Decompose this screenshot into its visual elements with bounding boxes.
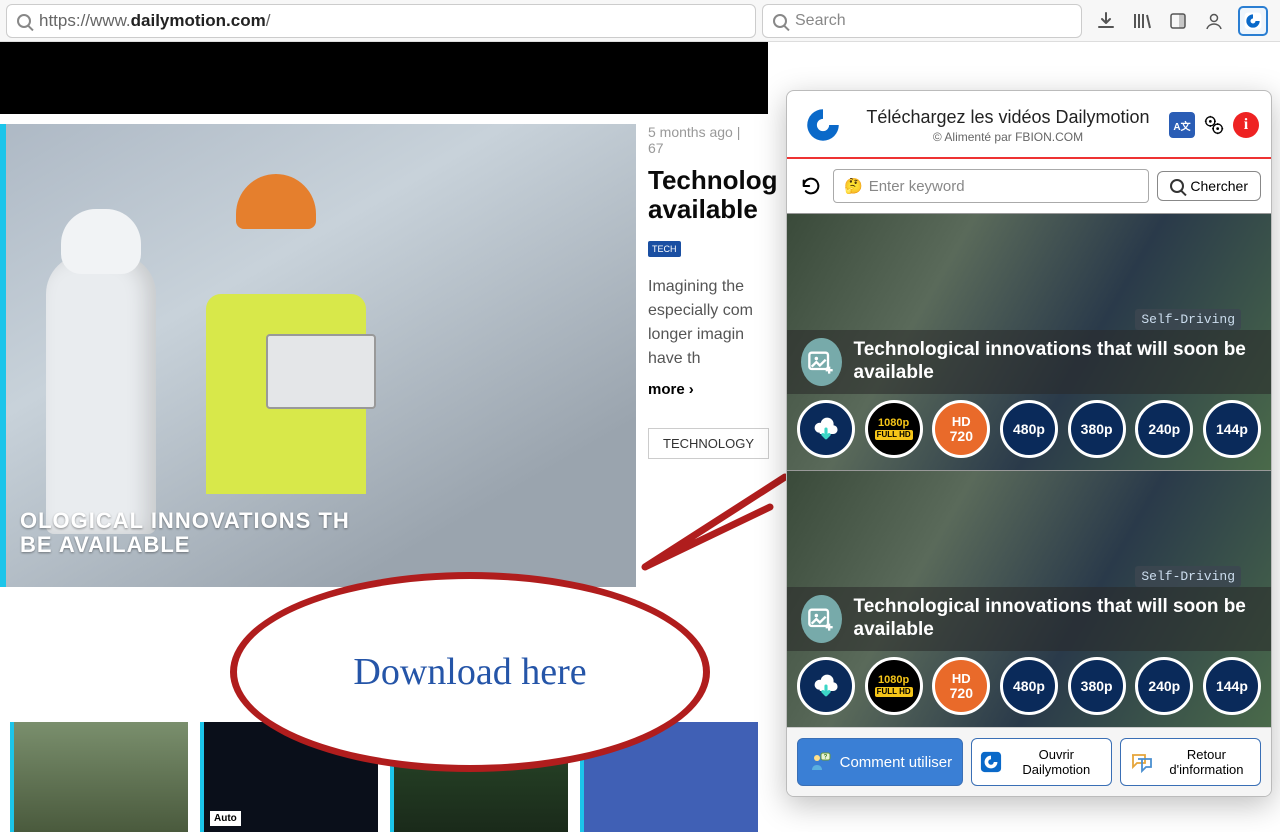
search-button[interactable]: Chercher bbox=[1157, 171, 1261, 201]
quality-1080p-button[interactable]: 1080pFULL HD bbox=[865, 657, 923, 715]
video-result: Self-Driving Technological innovations t… bbox=[787, 213, 1271, 470]
refresh-button[interactable] bbox=[797, 172, 825, 200]
extension-icon[interactable] bbox=[1238, 6, 1268, 36]
browser-toolbar: https://www.dailymotion.com/ Search bbox=[0, 0, 1280, 42]
url-prefix: https://www. bbox=[39, 11, 131, 31]
browser-search-input[interactable]: Search bbox=[762, 4, 1082, 38]
video-result-header: Technological innovations that will soon… bbox=[787, 330, 1271, 394]
downloads-icon[interactable] bbox=[1094, 9, 1118, 33]
source-row: TECH bbox=[648, 239, 754, 257]
callout-tail bbox=[640, 472, 790, 572]
url-suffix: / bbox=[266, 11, 271, 31]
quality-720p-button[interactable]: HD720 bbox=[932, 657, 990, 715]
video-result-header: Technological innovations that will soon… bbox=[787, 587, 1271, 651]
info-icon[interactable]: i bbox=[1233, 112, 1259, 138]
video-result-title: Technological innovations that will soon… bbox=[854, 339, 1257, 385]
extension-subtitle: © Alimenté par FBION.COM bbox=[855, 130, 1161, 144]
quality-144p-button[interactable]: 144p bbox=[1203, 657, 1261, 715]
thumbnail[interactable] bbox=[10, 722, 188, 832]
svg-text:?: ? bbox=[823, 755, 827, 761]
featured-video-card: OLOGICAL INNOVATIONS TH BE AVAILABLE bbox=[0, 114, 636, 587]
source-chip: TECH bbox=[648, 241, 681, 257]
extension-logo bbox=[799, 101, 847, 149]
help-person-icon: ? bbox=[808, 750, 832, 774]
video-result-title: Technological innovations that will soon… bbox=[854, 596, 1257, 642]
magnifier-icon bbox=[1170, 179, 1184, 193]
extension-title: Téléchargez les vidéos Dailymotion bbox=[855, 107, 1161, 128]
extension-popup: Téléchargez les vidéos Dailymotion © Ali… bbox=[786, 90, 1272, 797]
search-placeholder: Search bbox=[795, 12, 846, 30]
extension-footer: ? Comment utiliser Ouvrir Dailymotion Re… bbox=[787, 727, 1271, 796]
settings-icon[interactable] bbox=[1201, 112, 1227, 138]
video-meta: 5 months ago | 67 bbox=[648, 124, 754, 156]
category-tag[interactable]: TECHNOLOGY bbox=[648, 428, 769, 459]
extension-header: Téléchargez les vidéos Dailymotion © Ali… bbox=[787, 91, 1271, 159]
quality-240p-button[interactable]: 240p bbox=[1135, 400, 1193, 458]
thinking-emoji-icon: 🤔 bbox=[844, 177, 863, 195]
video-result: Self-Driving Technological innovations t… bbox=[787, 470, 1271, 727]
quality-144p-button[interactable]: 144p bbox=[1203, 400, 1261, 458]
callout-text: Download here bbox=[353, 650, 586, 694]
video-title: Technolog available bbox=[648, 166, 754, 223]
quality-row: 1080pFULL HD HD720 480p 380p 240p 144p bbox=[787, 657, 1271, 715]
overlay-label: Self-Driving bbox=[1135, 309, 1241, 330]
download-cloud-button[interactable] bbox=[797, 400, 855, 458]
quality-380p-button[interactable]: 380p bbox=[1068, 400, 1126, 458]
thumbnail-badge: Auto bbox=[210, 811, 241, 826]
page-content: OLOGICAL INNOVATIONS TH BE AVAILABLE 5 m… bbox=[0, 42, 1280, 800]
chevron-right-icon: › bbox=[689, 381, 694, 398]
how-to-use-button[interactable]: ? Comment utiliser bbox=[797, 738, 963, 786]
video-caption: OLOGICAL INNOVATIONS TH BE AVAILABLE bbox=[6, 501, 364, 565]
toolbar-icons bbox=[1088, 6, 1274, 36]
quality-480p-button[interactable]: 480p bbox=[1000, 400, 1058, 458]
quality-240p-button[interactable]: 240p bbox=[1135, 657, 1193, 715]
dailymotion-icon bbox=[980, 750, 1002, 774]
search-icon bbox=[773, 14, 787, 28]
chat-icon bbox=[1129, 750, 1153, 774]
download-cloud-button[interactable] bbox=[797, 657, 855, 715]
keyword-placeholder: Enter keyword bbox=[869, 178, 965, 195]
quality-1080p-button[interactable]: 1080pFULL HD bbox=[865, 400, 923, 458]
url-domain: dailymotion.com bbox=[131, 11, 266, 31]
site-header bbox=[0, 42, 768, 114]
quality-row: 1080pFULL HD HD720 480p 380p 240p 144p bbox=[787, 400, 1271, 458]
video-description: Imagining the especially com longer imag… bbox=[648, 275, 754, 371]
translate-icon[interactable]: A文 bbox=[1169, 112, 1195, 138]
account-icon[interactable] bbox=[1202, 9, 1226, 33]
download-callout: Download here bbox=[230, 572, 710, 772]
read-more-link[interactable]: more› bbox=[648, 381, 754, 398]
overlay-label: Self-Driving bbox=[1135, 566, 1241, 587]
search-icon bbox=[17, 14, 31, 28]
open-dailymotion-button[interactable]: Ouvrir Dailymotion bbox=[971, 738, 1112, 786]
reader-icon[interactable] bbox=[1166, 9, 1190, 33]
quality-380p-button[interactable]: 380p bbox=[1068, 657, 1126, 715]
quality-720p-button[interactable]: HD720 bbox=[932, 400, 990, 458]
image-add-icon bbox=[801, 595, 842, 643]
image-add-icon bbox=[801, 338, 842, 386]
extension-search-row: 🤔 Enter keyword Chercher bbox=[787, 159, 1271, 213]
url-bar[interactable]: https://www.dailymotion.com/ bbox=[6, 4, 756, 38]
library-icon[interactable] bbox=[1130, 9, 1154, 33]
quality-480p-button[interactable]: 480p bbox=[1000, 657, 1058, 715]
feedback-button[interactable]: Retour d'information bbox=[1120, 738, 1261, 786]
video-player[interactable]: OLOGICAL INNOVATIONS TH BE AVAILABLE bbox=[0, 124, 636, 587]
keyword-input[interactable]: 🤔 Enter keyword bbox=[833, 169, 1149, 203]
